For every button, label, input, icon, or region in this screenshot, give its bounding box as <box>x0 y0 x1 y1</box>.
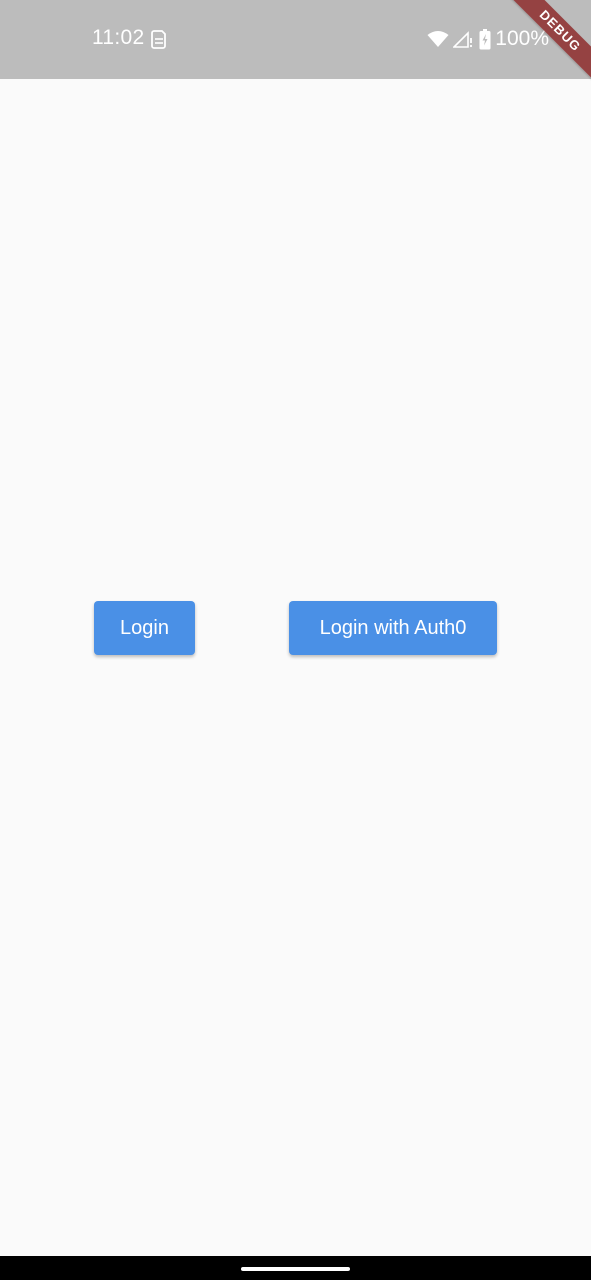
login-with-auth0-button[interactable]: Login with Auth0 <box>289 601 497 655</box>
app-screen: 11:02 100% DEBUG Login Login with Auth0 <box>0 0 591 1280</box>
home-gesture-handle[interactable] <box>241 1267 350 1271</box>
sim-card-icon <box>150 28 168 50</box>
wifi-icon <box>427 30 449 48</box>
login-button[interactable]: Login <box>94 601 195 655</box>
status-icons: 100% <box>427 26 549 52</box>
main-content: Login Login with Auth0 <box>0 79 591 1256</box>
status-bar: 11:02 100% <box>0 0 591 79</box>
status-time: 11:02 <box>92 26 145 49</box>
battery-percentage: 100% <box>495 27 549 50</box>
signal-icon <box>452 30 473 48</box>
battery-charging-icon <box>479 28 491 50</box>
navigation-bar <box>0 1256 591 1280</box>
